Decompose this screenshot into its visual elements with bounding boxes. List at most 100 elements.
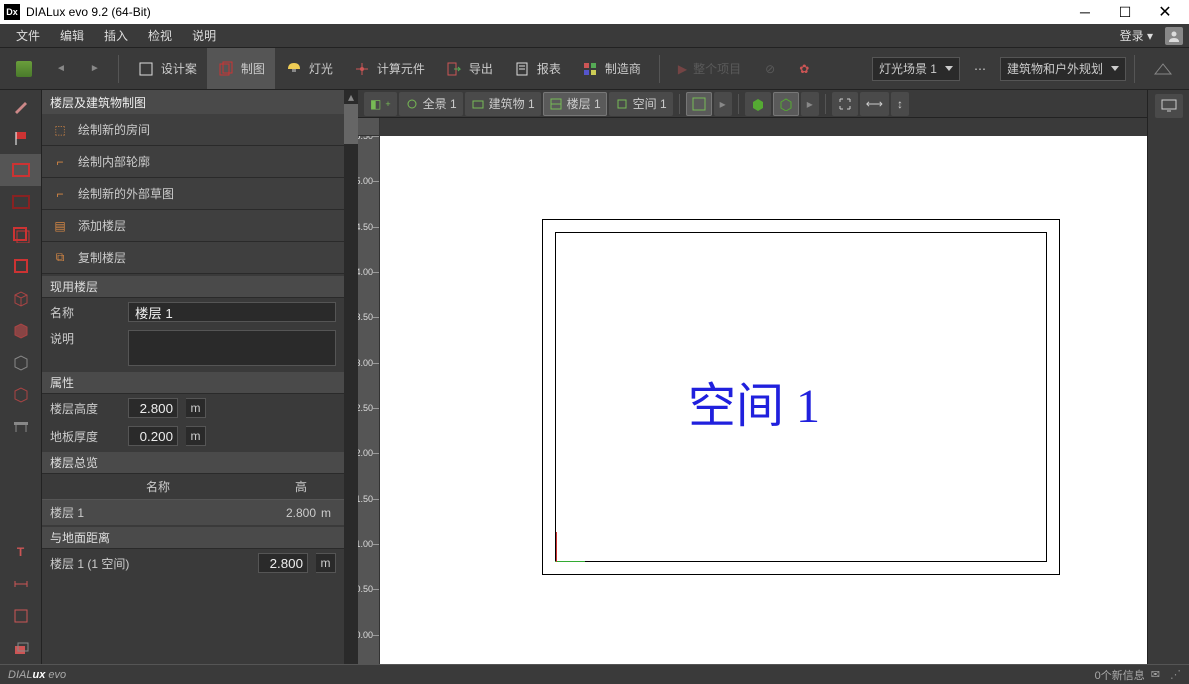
save-icon	[16, 61, 32, 77]
tool-cube-2[interactable]	[0, 314, 41, 346]
view-3d-nav[interactable]: ▸	[801, 92, 819, 116]
close-button[interactable]: ✕	[1145, 0, 1185, 24]
save-button[interactable]	[6, 48, 42, 89]
view-label: 全景 1	[423, 95, 457, 112]
messages-icon[interactable]: ✉	[1151, 668, 1160, 681]
login-link[interactable]: 登录 ▾	[1114, 27, 1159, 44]
view-mode-nav[interactable]: ▸	[714, 92, 732, 116]
tab-label: 制造商	[605, 60, 641, 77]
tool-layers[interactable]	[0, 632, 41, 664]
menu-file[interactable]: 文件	[6, 27, 50, 44]
drawing-canvas[interactable]: 空间 1	[380, 136, 1147, 664]
ruler-corner	[358, 118, 380, 136]
light-scene-dropdown[interactable]: 灯光场景 1	[872, 57, 960, 81]
light-scene-config[interactable]: ⋯	[964, 48, 996, 89]
sidebar-scrollbar[interactable]: ▴	[344, 90, 358, 664]
action-label: 绘制内部轮廓	[78, 153, 150, 170]
tool-cube-1[interactable]	[0, 282, 41, 314]
view-3d-wire[interactable]	[773, 92, 799, 116]
tab-5[interactable]: 报表	[503, 48, 571, 89]
action-label: 复制楼层	[78, 249, 126, 266]
monitor-button[interactable]	[1155, 94, 1183, 118]
dimension-h-button[interactable]: ⟷	[860, 92, 889, 116]
menu-insert[interactable]: 插入	[94, 27, 138, 44]
messages-status[interactable]: 0个新信息	[1095, 667, 1145, 683]
row-unit: m	[316, 506, 336, 520]
ground-label: 楼层 1 (1 空间)	[50, 555, 250, 572]
tab-6[interactable]: 制造商	[571, 48, 651, 89]
floor-height-input[interactable]	[128, 398, 178, 418]
name-input[interactable]	[128, 302, 336, 322]
view-3d-solid[interactable]	[745, 92, 771, 116]
action-label: 绘制新的房间	[78, 121, 150, 138]
undo-button[interactable]: ◄	[46, 48, 76, 89]
menu-view[interactable]: 检视	[138, 27, 182, 44]
view-tab-1[interactable]: 建筑物 1	[465, 92, 541, 116]
sidebar-action-1[interactable]: ⌐绘制内部轮廓	[42, 146, 344, 178]
redo-button[interactable]: ►	[80, 48, 110, 89]
tool-measure[interactable]	[0, 568, 41, 600]
tool-wall[interactable]	[0, 218, 41, 250]
sidebar-action-3[interactable]: ▤添加楼层	[42, 210, 344, 242]
tab-0[interactable]: 设计案	[127, 48, 207, 89]
fit-view-button[interactable]	[832, 92, 858, 116]
tool-room[interactable]	[0, 186, 41, 218]
sidebar-action-4[interactable]: ⧉复制楼层	[42, 242, 344, 274]
tab-1[interactable]: 制图	[207, 48, 275, 89]
tab-label: 灯光	[309, 60, 333, 77]
tool-cube-4[interactable]	[0, 378, 41, 410]
view-tab-0[interactable]: 全景 1	[399, 92, 463, 116]
tab-icon	[353, 60, 371, 78]
sidebar-action-2[interactable]: ⌐绘制新的外部草图	[42, 178, 344, 210]
row-name: 楼层 1	[50, 504, 266, 521]
section-floor-overview: 楼层总览	[42, 452, 344, 474]
tool-opening[interactable]	[0, 250, 41, 282]
floor-height-label: 楼层高度	[50, 400, 120, 417]
window-titlebar: Dx DIALux evo 9.2 (64-Bit) ─ ☐ ✕	[0, 0, 1189, 24]
unit-label: m	[186, 398, 206, 418]
ground-distance-input[interactable]	[258, 553, 308, 573]
view-mode-2d[interactable]	[686, 92, 712, 116]
floor-thickness-input[interactable]	[128, 426, 178, 446]
maximize-button[interactable]: ☐	[1105, 0, 1145, 24]
tool-help[interactable]	[0, 600, 41, 632]
tab-4[interactable]: 导出	[435, 48, 503, 89]
desc-input[interactable]	[128, 330, 336, 366]
planning-mode-dropdown[interactable]: 建筑物和户外规划	[1000, 57, 1126, 81]
resize-grip-icon[interactable]: ⋰	[1170, 668, 1181, 681]
tool-cube-3[interactable]	[0, 346, 41, 378]
view-tab-3[interactable]: 空间 1	[609, 92, 673, 116]
unit-label: m	[316, 553, 336, 573]
settings-icon-button[interactable]: ✿	[789, 48, 819, 89]
name-label: 名称	[50, 304, 120, 321]
tab-label: 导出	[469, 60, 493, 77]
tab-icon	[581, 60, 599, 78]
view-tab-2[interactable]: 楼层 1	[543, 92, 607, 116]
tool-flag[interactable]	[0, 122, 41, 154]
floor-thickness-label: 地板厚度	[50, 428, 120, 445]
menu-edit[interactable]: 编辑	[50, 27, 94, 44]
desc-label: 说明	[50, 330, 120, 347]
view-new-button[interactable]: ◧+	[364, 92, 397, 116]
tool-pencil[interactable]	[0, 90, 41, 122]
sidebar-action-0[interactable]: ⬚绘制新的房间	[42, 114, 344, 146]
main-toolbar: ◄ ► 设计案制图灯光计算元件导出报表制造商 ▶整个项目 ⊘ ✿ 灯光场景 1 …	[0, 48, 1189, 90]
menu-help[interactable]: 说明	[182, 27, 226, 44]
tab-2[interactable]: 灯光	[275, 48, 343, 89]
view-icon	[549, 97, 563, 111]
user-avatar-icon[interactable]	[1165, 27, 1183, 45]
tool-floor-plan[interactable]	[0, 154, 41, 186]
tool-text[interactable]: T	[0, 536, 41, 568]
room-label: 空间 1	[688, 366, 820, 436]
floor-row[interactable]: 楼层 1 2.800 m	[42, 500, 344, 525]
action-icon: ▤	[52, 218, 68, 234]
minimize-button[interactable]: ─	[1065, 0, 1105, 24]
dimension-v-button[interactable]: ↕	[891, 92, 909, 116]
tool-table[interactable]	[0, 410, 41, 442]
tab-3[interactable]: 计算元件	[343, 48, 435, 89]
origin-x-axis	[555, 561, 585, 562]
origin-y-axis	[556, 532, 557, 562]
unit-label: m	[186, 426, 206, 446]
left-tool-strip: T	[0, 90, 42, 664]
perspective-button[interactable]	[1143, 48, 1183, 89]
